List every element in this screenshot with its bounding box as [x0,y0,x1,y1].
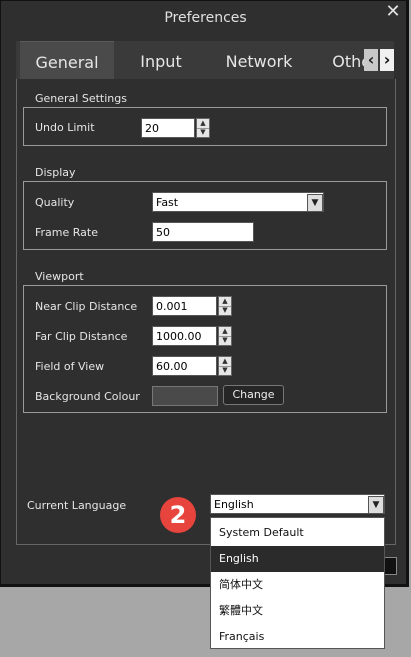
viewport-title: Viewport [35,270,84,283]
chevron-down-icon[interactable]: ▼ [307,194,323,212]
tab-scroll-right-icon[interactable]: › [380,49,394,71]
language-option-english[interactable]: English [211,546,384,572]
background-colour-swatch [152,386,218,406]
fov-label: Field of View [35,360,105,373]
frame-rate-input[interactable]: 50 [152,222,254,242]
language-option-traditional-chinese[interactable]: 繁體中文 [211,598,384,624]
quality-label: Quality [35,196,75,209]
near-clip-spinner[interactable]: ▲ ▼ [218,296,232,316]
tab-network[interactable]: Network [212,41,306,79]
language-dropdown-list: System Default English 简体中文 繁體中文 Françai… [210,517,385,649]
window-title: Preferences [164,10,247,26]
tab-general[interactable]: General [20,41,114,79]
background-colour-label: Background Colour [35,390,140,403]
fov-input[interactable]: 60.00 [152,356,217,376]
far-clip-spinner[interactable]: ▲ ▼ [218,326,232,346]
close-icon[interactable]: ✕ [385,3,401,21]
language-option-system-default[interactable]: System Default [211,520,384,546]
chevron-down-icon[interactable]: ▼ [368,496,384,514]
language-option-french[interactable]: Français [211,624,384,650]
ok-button-partial[interactable] [383,557,397,575]
tab-scroll-arrows: ‹ › [364,41,394,79]
fov-spinner[interactable]: ▲ ▼ [218,356,232,376]
far-clip-input[interactable]: 1000.00 [152,326,217,346]
frame-rate-label: Frame Rate [35,226,98,239]
language-option-simplified-chinese[interactable]: 简体中文 [211,572,384,598]
tab-input[interactable]: Input [120,41,202,79]
spin-down-icon[interactable]: ▼ [219,306,231,315]
language-select[interactable]: English [210,494,385,514]
tab-bar: General Input Network Other ‹ › [16,41,394,79]
current-language-label: Current Language [27,499,127,512]
undo-limit-spinner[interactable]: ▲ ▼ [196,118,210,138]
step-badge: 2 [160,497,196,533]
tab-scroll-left-icon[interactable]: ‹ [364,49,378,71]
spin-down-icon[interactable]: ▼ [219,336,231,345]
near-clip-input[interactable]: 0.001 [152,296,217,316]
display-title: Display [35,166,76,179]
change-colour-button[interactable]: Change [223,385,284,405]
far-clip-label: Far Clip Distance [35,330,128,343]
undo-limit-input[interactable]: 20 [141,118,195,138]
spin-down-icon[interactable]: ▼ [219,366,231,375]
spin-down-icon[interactable]: ▼ [197,128,209,137]
undo-limit-label: Undo Limit [35,121,95,134]
near-clip-label: Near Clip Distance [35,300,138,313]
quality-select[interactable]: Fast [152,192,324,212]
general-settings-title: General Settings [35,92,127,105]
